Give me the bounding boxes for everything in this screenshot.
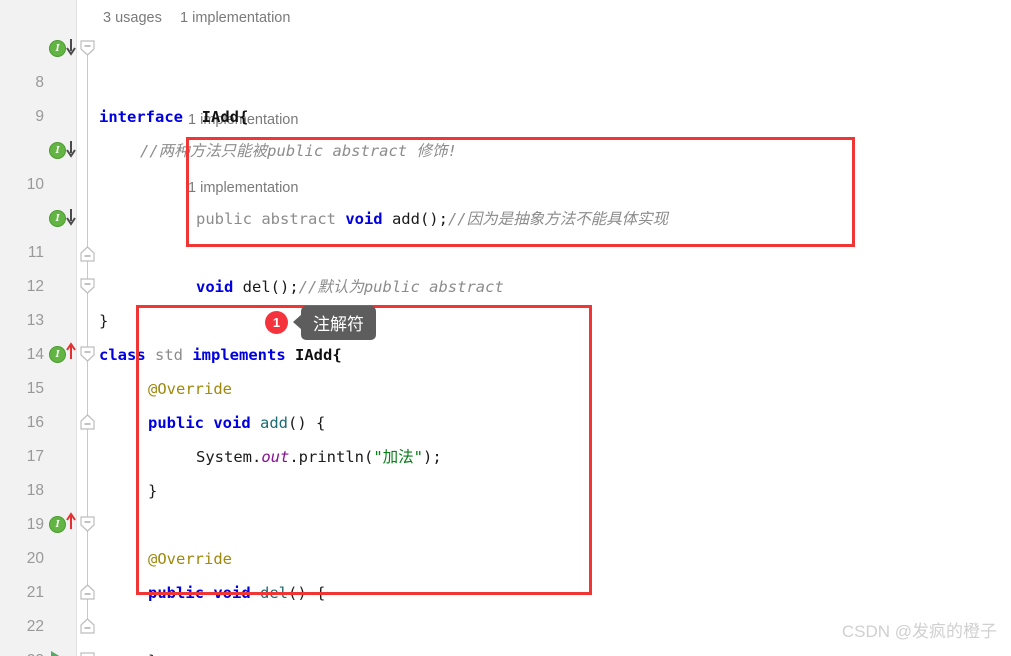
code-line-22: 22 } bbox=[0, 576, 1011, 656]
code-line-10: 10 public abstract void add();//因为是抽象方法不… bbox=[0, 134, 1011, 228]
code-line-8: 8 interface IAdd{ bbox=[0, 32, 1011, 126]
code-line-14: 14 @Override bbox=[0, 304, 1011, 398]
code-line-20: 20 public void del() { bbox=[0, 508, 1011, 602]
keyword-interface: interface bbox=[99, 108, 183, 126]
code-line-17: 17 } bbox=[0, 406, 1011, 500]
implemented-marker-icon[interactable]: I bbox=[49, 142, 66, 159]
fold-marker-close-icon[interactable] bbox=[80, 584, 95, 600]
code-line-16: 16 System.out.println("加法"); bbox=[0, 372, 1011, 466]
code-editor-view: 3 usages 1 implementation 1 implementati… bbox=[0, 0, 1011, 656]
arrow-up-icon bbox=[66, 512, 76, 529]
inlay-hint-usages[interactable]: 3 usages bbox=[103, 3, 162, 33]
annotation-tooltip: 注解符 bbox=[301, 306, 376, 340]
inlay-hint-implementations-interface[interactable]: 1 implementation bbox=[180, 3, 290, 33]
fold-marker-open-icon[interactable] bbox=[80, 516, 95, 532]
code-line-21: 21 bbox=[0, 542, 1011, 601]
code-line-13: 13 class std implements IAdd{ bbox=[0, 270, 1011, 364]
arrow-down-icon bbox=[66, 209, 76, 226]
watermark-text: CSDN @发疯的橙子 bbox=[841, 622, 997, 641]
fold-marker-close-icon[interactable] bbox=[80, 618, 95, 634]
code-line-12: 12 } bbox=[0, 236, 1011, 330]
annotation-badge: 1 bbox=[265, 311, 288, 334]
line-number: 10 bbox=[26, 176, 44, 193]
code-line-11: 11 void del();//默认为public abstract bbox=[0, 202, 1011, 296]
arrow-up-icon bbox=[66, 342, 76, 359]
code-line-18: 18 bbox=[0, 440, 1011, 499]
inlay-hint-implementations-del[interactable]: 1 implementation bbox=[188, 173, 298, 203]
line-number: 9 bbox=[35, 108, 44, 125]
code-line-24: 24 class bbox=[0, 644, 1011, 656]
overriding-marker-icon[interactable]: I bbox=[49, 516, 66, 533]
fold-marker-open-icon[interactable] bbox=[80, 278, 95, 294]
type-name-iadd: IAdd{ bbox=[201, 108, 249, 126]
code-text: interface IAdd{ bbox=[99, 100, 248, 134]
fold-marker-open-icon[interactable] bbox=[80, 40, 95, 56]
implemented-marker-icon[interactable]: I bbox=[49, 40, 66, 57]
fold-marker-close-icon[interactable] bbox=[80, 246, 95, 262]
run-gutter-icon[interactable] bbox=[49, 650, 63, 656]
overriding-marker-icon[interactable]: I bbox=[49, 346, 66, 363]
fold-marker-open-icon[interactable] bbox=[80, 652, 95, 656]
fold-marker-open-icon[interactable] bbox=[80, 346, 95, 362]
arrow-down-icon bbox=[66, 39, 76, 56]
implemented-marker-icon[interactable]: I bbox=[49, 210, 66, 227]
code-line-9: 9 //两种方法只能被public abstract 修饰! bbox=[0, 66, 1011, 160]
code-line-15: 15 public void add() { bbox=[0, 338, 1011, 432]
code-line-19: 19 @Override bbox=[0, 474, 1011, 568]
fold-marker-close-icon[interactable] bbox=[80, 414, 95, 430]
arrow-down-icon bbox=[66, 141, 76, 158]
